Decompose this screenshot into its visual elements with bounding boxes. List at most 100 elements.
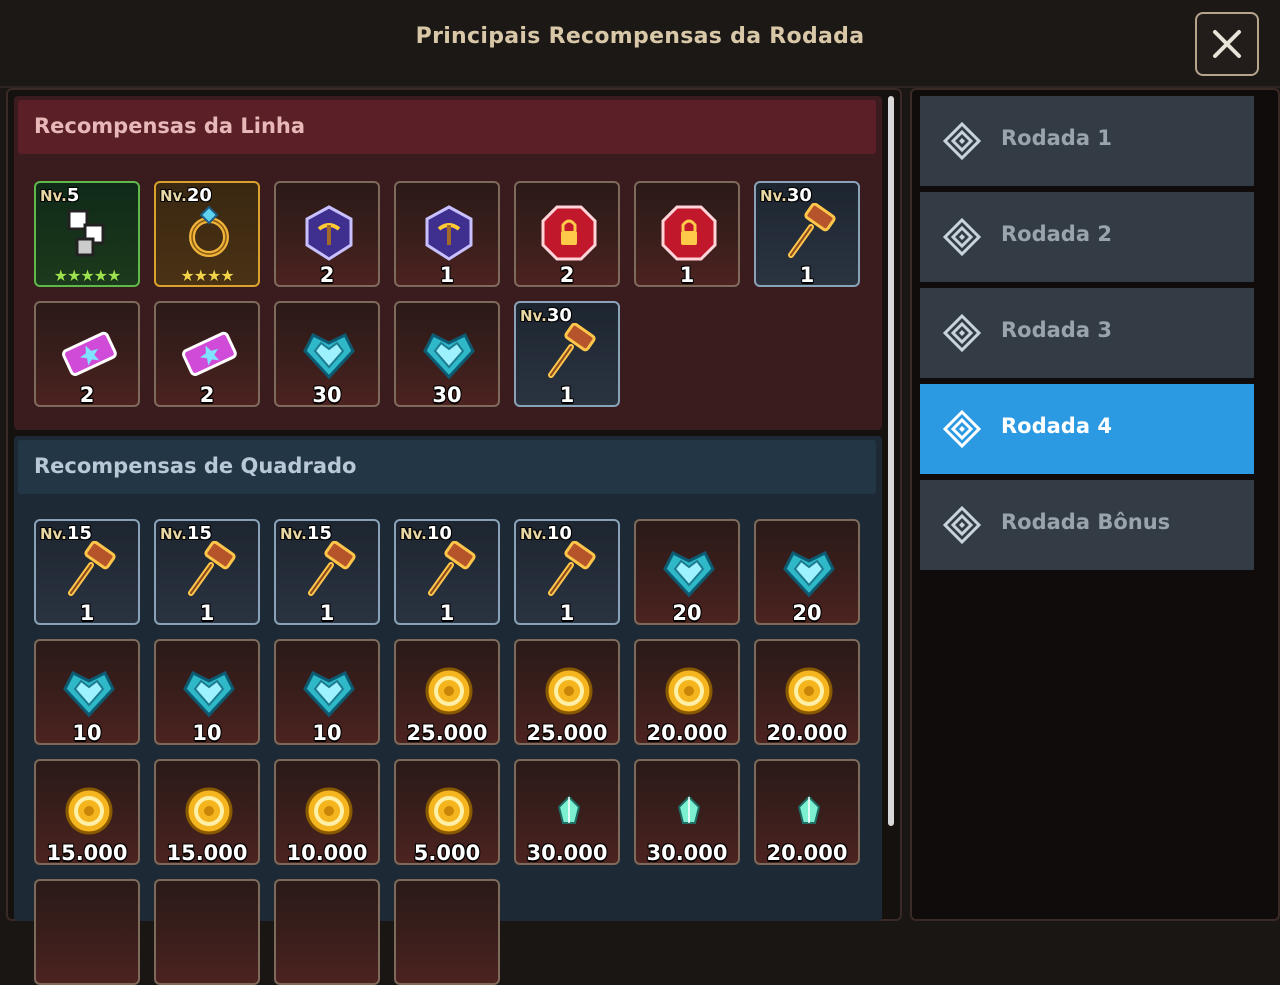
square-rewards-header: Recompensas de Quadrado <box>18 440 876 494</box>
ring-icon <box>179 203 239 263</box>
gold-coin-icon <box>59 781 119 841</box>
hammer-icon <box>179 540 239 601</box>
item-quantity: 15.000 <box>46 841 128 865</box>
reward-slot[interactable]: Nv.15 1 <box>154 519 260 625</box>
item-quantity: 1 <box>559 383 575 407</box>
reward-slot[interactable]: 2 <box>274 181 380 287</box>
reward-slot[interactable] <box>394 879 500 985</box>
reward-slot[interactable]: 20 <box>754 519 860 625</box>
level-prefix: Nv. <box>160 187 187 205</box>
item-quantity: 2 <box>79 383 95 407</box>
item-quantity: 30 <box>432 383 462 407</box>
level-value: 15 <box>306 523 332 544</box>
round-tab-2[interactable]: Rodada 2 <box>920 192 1254 282</box>
heart-crystal-icon <box>59 661 119 721</box>
reward-slot[interactable]: 25.000 <box>514 639 620 745</box>
reward-slot[interactable]: 30 <box>394 301 500 407</box>
gold-coin-icon <box>539 661 599 721</box>
reward-slot[interactable]: Nv.15 1 <box>34 519 140 625</box>
level-value: 15 <box>66 523 92 544</box>
reward-slot[interactable] <box>34 879 140 985</box>
gold-coin-icon <box>419 661 479 721</box>
dialog-header: Principais Recompensas da Rodada <box>0 0 1280 88</box>
dialog-title: Principais Recompensas da Rodada <box>415 24 865 49</box>
level-prefix: Nv. <box>520 525 547 543</box>
level-value: 30 <box>786 185 812 206</box>
item-quantity: 2 <box>319 263 335 287</box>
line-rewards-header: Recompensas da Linha <box>18 100 876 154</box>
level-prefix: Nv. <box>40 525 67 543</box>
reward-slot[interactable]: 5.000 <box>394 759 500 865</box>
reward-slot[interactable]: 20.000 <box>754 639 860 745</box>
ticket-icon <box>179 323 239 383</box>
heart-crystal-icon <box>299 661 359 721</box>
level-prefix: Nv. <box>400 525 427 543</box>
reward-slot[interactable]: Nv.15 1 <box>274 519 380 625</box>
level-prefix: Nv. <box>280 525 307 543</box>
reward-slot[interactable]: Nv.20 ★★★★ <box>154 181 260 287</box>
level-prefix: Nv. <box>160 525 187 543</box>
reward-slot[interactable]: Nv.10 1 <box>394 519 500 625</box>
item-quantity: 25.000 <box>526 721 608 745</box>
reward-slot[interactable]: 1 <box>394 181 500 287</box>
level-value: 20 <box>186 185 212 206</box>
reward-slot[interactable]: 20.000 <box>634 639 740 745</box>
heart-crystal-icon <box>299 323 359 383</box>
heart-crystal-icon <box>419 323 479 383</box>
round-tab-5[interactable]: Rodada Bônus <box>920 480 1254 570</box>
reward-slot[interactable]: 15.000 <box>154 759 260 865</box>
reward-slot[interactable]: 2 <box>34 301 140 407</box>
item-quantity: 10.000 <box>286 841 368 865</box>
reward-slot[interactable]: 20 <box>634 519 740 625</box>
reward-slot[interactable]: 10 <box>154 639 260 745</box>
line-rewards-title: Recompensas da Linha <box>34 114 306 138</box>
item-quantity: 1 <box>319 601 335 625</box>
reward-slot[interactable]: 2 <box>154 301 260 407</box>
reward-slot[interactable]: 2 <box>514 181 620 287</box>
reward-slot[interactable]: Nv.30 1 <box>514 301 620 407</box>
hammer-icon <box>539 322 599 383</box>
reward-slot[interactable]: 30 <box>274 301 380 407</box>
round-tab-label: Rodada 3 <box>1001 318 1112 342</box>
reward-slot[interactable]: 15.000 <box>34 759 140 865</box>
diamond-rune-icon <box>942 217 982 257</box>
item-quantity: 10 <box>192 721 222 745</box>
red-lock-gem-icon <box>539 203 599 263</box>
reward-slot[interactable]: 10.000 <box>274 759 380 865</box>
item-stars: ★★★★ <box>180 266 234 285</box>
reward-slot[interactable] <box>154 879 260 985</box>
round-tab-1[interactable]: Rodada 1 <box>920 96 1254 186</box>
heart-crystal-icon <box>659 541 719 601</box>
small-crystal-icon <box>779 781 839 841</box>
round-tab-label: Rodada Bônus <box>1001 510 1171 534</box>
reward-slot[interactable]: 30.000 <box>514 759 620 865</box>
reward-slot[interactable]: 10 <box>34 639 140 745</box>
round-tab-4[interactable]: Rodada 4 <box>920 384 1254 474</box>
reward-slot[interactable]: 10 <box>274 639 380 745</box>
reward-slot[interactable] <box>274 879 380 985</box>
item-quantity: 1 <box>439 601 455 625</box>
blue-pickaxe-gem-icon <box>299 203 359 263</box>
red-lock-gem-icon <box>659 203 719 263</box>
gold-coin-icon <box>299 781 359 841</box>
item-level: Nv.10 <box>400 523 452 544</box>
rewards-scrollbar[interactable] <box>888 96 894 826</box>
reward-slot[interactable]: 1 <box>634 181 740 287</box>
round-tab-3[interactable]: Rodada 3 <box>920 288 1254 378</box>
close-button[interactable] <box>1195 12 1259 76</box>
reward-slot[interactable]: 30.000 <box>634 759 740 865</box>
reward-slot[interactable]: Nv.30 1 <box>754 181 860 287</box>
hammer-icon <box>779 202 839 263</box>
square-rewards-title: Recompensas de Quadrado <box>34 454 357 478</box>
gold-coin-icon <box>179 781 239 841</box>
item-quantity: 15.000 <box>166 841 248 865</box>
hammer-icon <box>299 540 359 601</box>
reward-slot[interactable]: Nv.5 ★★★★★ <box>34 181 140 287</box>
reward-slot[interactable]: 25.000 <box>394 639 500 745</box>
item-level: Nv.15 <box>280 523 332 544</box>
gold-coin-icon <box>779 661 839 721</box>
hammer-icon <box>539 540 599 601</box>
reward-slot[interactable]: 20.000 <box>754 759 860 865</box>
reward-slot[interactable]: Nv.10 1 <box>514 519 620 625</box>
diamond-rune-icon <box>942 505 982 545</box>
